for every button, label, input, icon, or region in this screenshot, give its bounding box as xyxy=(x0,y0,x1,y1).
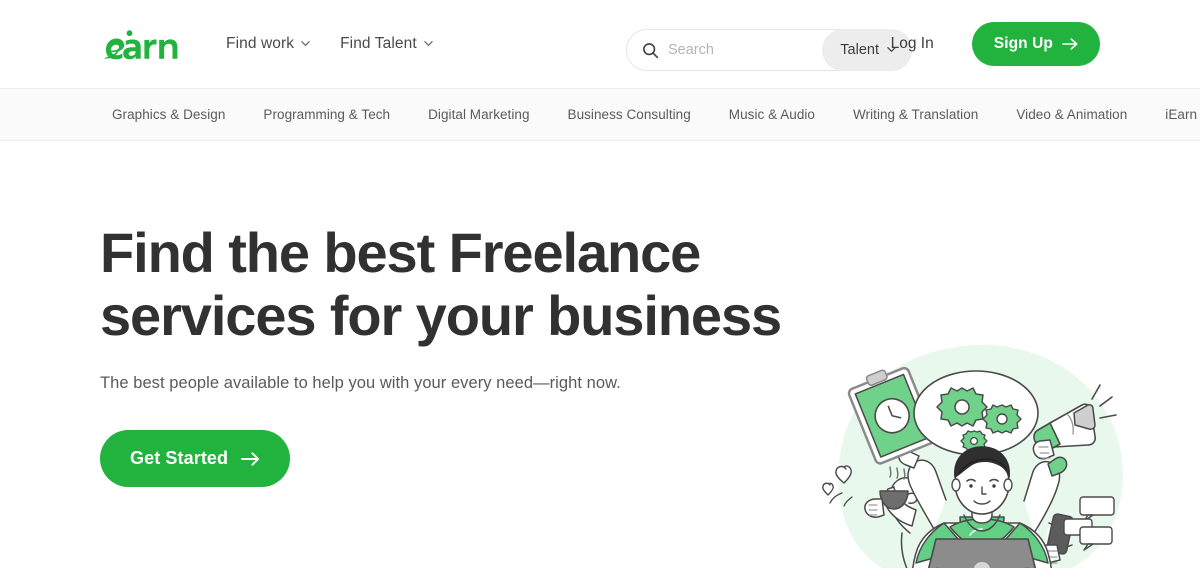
hero-copy: Find the best Freelance services for you… xyxy=(100,221,820,487)
nav-item-find-talent-label: Find Talent xyxy=(340,35,417,52)
search-input[interactable] xyxy=(668,30,823,70)
get-started-button[interactable]: Get Started xyxy=(100,430,291,487)
hero-section: Find the best Freelance services for you… xyxy=(0,141,1200,568)
nav-item-find-work[interactable]: Find work xyxy=(226,35,310,53)
arrow-right-icon xyxy=(241,451,260,467)
chevron-down-icon xyxy=(301,39,310,48)
header-actions: Log In Sign Up xyxy=(891,0,1200,88)
search-icon xyxy=(642,42,659,59)
search-bar[interactable]: Talent xyxy=(626,29,912,71)
category-link-video-animation[interactable]: Video & Animation xyxy=(1016,107,1127,122)
category-link-business-consulting[interactable]: Business Consulting xyxy=(568,107,691,122)
category-link-iearn-services[interactable]: iEarn Services xyxy=(1165,107,1200,122)
chevron-down-icon xyxy=(424,39,433,48)
hero-title-line-2: services for your business xyxy=(100,284,782,347)
hero-title-line-1: Find the best Freelance xyxy=(100,221,701,284)
signup-button-label: Sign Up xyxy=(993,35,1053,52)
logo[interactable] xyxy=(100,24,186,64)
nav-item-find-talent[interactable]: Find Talent xyxy=(340,35,433,53)
get-started-button-label: Get Started xyxy=(130,448,229,468)
hero-illustration xyxy=(812,337,1152,568)
category-link-graphics-design[interactable]: Graphics & Design xyxy=(112,107,225,122)
login-button[interactable]: Log In xyxy=(891,35,934,53)
primary-nav: Find work Find Talent xyxy=(226,35,433,53)
category-link-music-audio[interactable]: Music & Audio xyxy=(729,107,815,122)
hero-title: Find the best Freelance services for you… xyxy=(100,221,820,347)
hero-subtitle: The best people available to help you wi… xyxy=(100,374,621,392)
search-scope-label: Talent xyxy=(840,42,879,58)
category-nav: Graphics & Design Programming & Tech Dig… xyxy=(0,88,1200,141)
category-link-programming-tech[interactable]: Programming & Tech xyxy=(263,107,390,122)
site-header: Find work Find Talent Talent xyxy=(0,0,1200,88)
category-link-digital-marketing[interactable]: Digital Marketing xyxy=(428,107,529,122)
signup-button[interactable]: Sign Up xyxy=(971,22,1100,66)
arrow-right-icon xyxy=(1062,37,1078,51)
nav-item-find-work-label: Find work xyxy=(226,35,295,52)
category-link-writing-translation[interactable]: Writing & Translation xyxy=(853,107,978,122)
